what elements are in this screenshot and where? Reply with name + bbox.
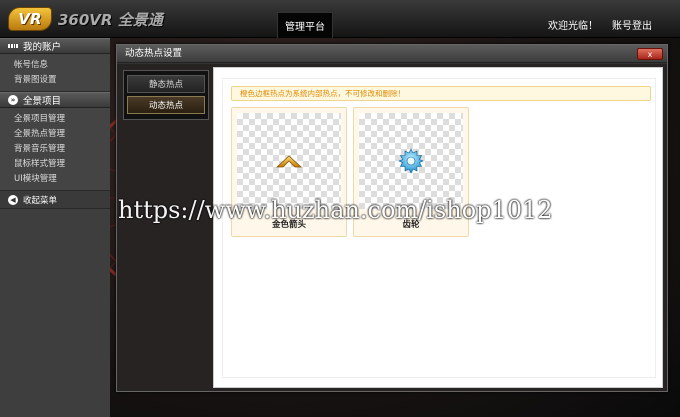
gear-icon: [398, 148, 424, 174]
back-arrow-icon: ◀: [8, 194, 18, 205]
sidebar-item-cursor-management[interactable]: 鼠标样式管理: [0, 157, 110, 172]
sidebar-items-account: 帐号信息 背景图设置: [0, 54, 110, 92]
logo: VR 360VR 全景通: [8, 6, 163, 32]
sidebar-item-music-management[interactable]: 背景音乐管理: [0, 142, 110, 157]
welcome-text: 欢迎光临！: [548, 21, 598, 32]
top-bar: VR 360VR 全景通 管理平台 欢迎光临！ 账号登出: [0, 0, 680, 38]
collapse-menu-label: 收起菜单: [23, 195, 58, 206]
logo-badge: VR: [8, 7, 52, 31]
sidebar-section-account[interactable]: 我的账户: [0, 38, 110, 54]
tab-dynamic-hotspot[interactable]: 动态热点: [127, 96, 205, 114]
sidebar-section-title: 我的账户: [23, 42, 62, 53]
collapse-menu-button[interactable]: ◀ 收起菜单: [0, 191, 110, 209]
arrow-icon: »: [8, 95, 18, 105]
sidebar: 我的账户 帐号信息 背景图设置 » 全景项目 全景项目管理 全景热点管理 背景音…: [0, 38, 110, 417]
dialog-body: 静态热点 动态热点 橙色边框热点为系统内部热点，不可修改和删除！ 金色箭头 齿轮: [117, 64, 667, 391]
close-button[interactable]: x: [637, 48, 663, 60]
sidebar-item-project-management[interactable]: 全景项目管理: [0, 112, 110, 127]
dialog-title: 动态热点设置: [117, 45, 667, 63]
sidebar-section-projects[interactable]: » 全景项目: [0, 92, 110, 108]
hotspot-panel: 橙色边框热点为系统内部热点，不可修改和删除！ 金色箭头 齿轮: [213, 67, 663, 388]
sidebar-item-account-info[interactable]: 帐号信息: [0, 58, 110, 73]
logout-link[interactable]: 账号登出: [612, 17, 652, 32]
grid-icon: [8, 41, 18, 51]
sidebar-item-hotspot-management[interactable]: 全景热点管理: [0, 127, 110, 142]
hotspot-thumbnail: [359, 113, 463, 209]
watermark-text: https://www.huzhan.com/ishop1012: [118, 196, 553, 224]
hotspot-thumbnail: [237, 113, 341, 209]
sidebar-item-ui-module-management[interactable]: UI模块管理: [0, 172, 110, 187]
sidebar-items-projects: 全景项目管理 全景热点管理 背景音乐管理 鼠标样式管理 UI模块管理: [0, 108, 110, 191]
hotspot-panel-inner: 橙色边框热点为系统内部热点，不可修改和删除！ 金色箭头 齿轮: [222, 78, 656, 378]
tab-static-hotspot[interactable]: 静态热点: [127, 75, 205, 93]
hotspot-type-tabs: 静态热点 动态热点: [123, 70, 209, 120]
gold-arrow-icon: [275, 155, 303, 168]
logo-text: 360VR 全景通: [58, 10, 163, 29]
system-hotspot-notice: 橙色边框热点为系统内部热点，不可修改和删除！: [231, 86, 651, 101]
sidebar-item-background-settings[interactable]: 背景图设置: [0, 73, 110, 88]
sidebar-section-title: 全景项目: [23, 96, 62, 107]
nav-tab-admin-platform[interactable]: 管理平台: [277, 12, 333, 38]
